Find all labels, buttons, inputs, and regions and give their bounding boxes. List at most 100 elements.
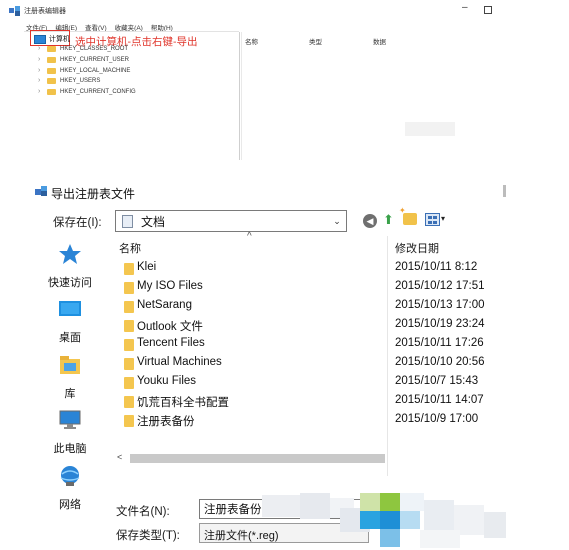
new-folder-button[interactable] bbox=[399, 206, 417, 225]
blur-tile bbox=[262, 495, 300, 517]
file-row[interactable]: 饥荒百科全书配置 2015/10/11 14:07 bbox=[115, 392, 505, 411]
file-row[interactable]: NetSarang 2015/10/13 17:00 bbox=[115, 297, 505, 316]
grid-icon bbox=[433, 216, 437, 219]
folder-icon bbox=[124, 415, 134, 427]
registry-app-icon bbox=[9, 6, 20, 16]
folder-icon bbox=[47, 45, 56, 52]
place-network[interactable]: 网络 bbox=[40, 465, 100, 512]
file-row[interactable]: Tencent Files 2015/10/11 17:26 bbox=[115, 335, 505, 354]
tree-item-label: 计算机 bbox=[49, 36, 70, 43]
blur-tile bbox=[380, 529, 400, 547]
file-row[interactable]: Klei 2015/10/11 8:12 bbox=[115, 259, 505, 278]
horizontal-scrollbar[interactable] bbox=[130, 454, 385, 463]
column-header-type[interactable]: 类型 bbox=[309, 36, 322, 46]
file-name: Tencent Files bbox=[137, 337, 205, 349]
save-in-dropdown[interactable]: 文档 ⌄ bbox=[115, 210, 347, 232]
place-quick-access[interactable]: 快速访问 bbox=[40, 243, 100, 290]
tree-item-hkey-current-config[interactable]: › HKEY_CURRENT_CONFIG bbox=[38, 87, 136, 96]
blur-tile bbox=[300, 493, 330, 519]
file-date: 2015/10/9 17:00 bbox=[395, 413, 479, 425]
tree-item-label: HKEY_CURRENT_USER bbox=[60, 56, 130, 63]
pane-splitter[interactable] bbox=[239, 32, 240, 160]
file-row[interactable]: 注册表备份 2015/10/9 17:00 bbox=[115, 411, 505, 430]
blur-tile bbox=[400, 493, 424, 511]
column-header-data[interactable]: 数据 bbox=[373, 36, 386, 46]
file-date: 2015/10/12 17:51 bbox=[395, 280, 485, 292]
file-row[interactable]: Youku Files 2015/10/7 15:43 bbox=[115, 373, 505, 392]
file-row[interactable]: My ISO Files 2015/10/12 17:51 bbox=[115, 278, 505, 297]
place-library[interactable]: 库 bbox=[40, 354, 100, 401]
blur-tile bbox=[420, 530, 460, 548]
column-header-name[interactable]: 名称 bbox=[119, 240, 141, 256]
tree-item-hkey-users[interactable]: › HKEY_USERS bbox=[38, 76, 100, 85]
place-this-pc[interactable]: 此电脑 bbox=[40, 409, 100, 456]
blurred-region bbox=[405, 122, 455, 136]
chevron-down-icon[interactable]: ⌄ bbox=[328, 216, 346, 227]
folder-icon bbox=[124, 358, 134, 370]
folder-icon bbox=[124, 320, 134, 332]
file-date: 2015/10/11 17:26 bbox=[395, 337, 484, 349]
computer-icon bbox=[59, 410, 81, 429]
tree-item-label: HKEY_USERS bbox=[60, 77, 101, 84]
chevron-right-icon[interactable]: › bbox=[38, 56, 43, 63]
tree-item-label: HKEY_CLASSES_ROOT bbox=[60, 45, 129, 52]
maximize-button[interactable] bbox=[484, 6, 492, 14]
chevron-right-icon[interactable]: › bbox=[38, 77, 43, 84]
column-header-modified[interactable]: 修改日期 bbox=[395, 240, 439, 256]
file-name: 注册表备份 bbox=[137, 416, 195, 428]
chevron-up-icon: ^ bbox=[247, 231, 252, 242]
blur-tile bbox=[484, 512, 506, 538]
tree-item-hkey-local-machine[interactable]: › HKEY_LOCAL_MACHINE bbox=[38, 66, 130, 75]
folder-icon bbox=[124, 339, 134, 351]
grid-icon bbox=[428, 221, 432, 224]
file-date: 2015/10/13 17:00 bbox=[395, 299, 485, 311]
document-icon bbox=[122, 214, 133, 228]
desktop-icon bbox=[59, 301, 81, 316]
scroll-left-button[interactable]: < bbox=[117, 452, 122, 462]
chevron-down-icon[interactable]: ▾ bbox=[441, 214, 445, 223]
filename-label: 文件名(N): bbox=[116, 506, 170, 518]
place-label: 快速访问 bbox=[48, 277, 92, 289]
file-date: 2015/10/7 15:43 bbox=[395, 375, 479, 387]
view-menu-button[interactable] bbox=[425, 213, 440, 226]
folder-icon bbox=[47, 67, 56, 74]
tree-item-hkey-classes-root[interactable]: › HKEY_CLASSES_ROOT bbox=[38, 44, 128, 53]
up-folder-button[interactable]: ⬆ bbox=[383, 212, 394, 228]
arrow-up-icon: ⬆ bbox=[383, 212, 394, 227]
save-in-value: 文档 bbox=[141, 214, 166, 229]
divider bbox=[241, 32, 242, 160]
file-date: 2015/10/10 20:56 bbox=[395, 356, 485, 368]
blur-tile bbox=[380, 511, 400, 529]
chevron-right-icon[interactable]: › bbox=[38, 67, 43, 74]
chevron-right-icon[interactable]: › bbox=[38, 88, 43, 95]
minimize-button[interactable]: – bbox=[462, 2, 468, 13]
folder-icon bbox=[124, 282, 134, 294]
folder-icon bbox=[124, 377, 134, 389]
file-name: 饥荒百科全书配置 bbox=[137, 397, 229, 409]
folder-icon bbox=[47, 56, 56, 63]
network-icon bbox=[60, 466, 80, 486]
tree-item-hkey-current-user[interactable]: › HKEY_CURRENT_USER bbox=[38, 55, 129, 64]
filetype-label: 保存类型(T): bbox=[116, 530, 180, 542]
blur-tile bbox=[360, 511, 380, 529]
tree-item-label: HKEY_LOCAL_MACHINE bbox=[60, 67, 131, 74]
file-date: 2015/10/19 23:24 bbox=[395, 318, 485, 330]
place-label: 网络 bbox=[59, 499, 81, 511]
back-button[interactable]: ◀ bbox=[363, 214, 377, 228]
file-name: Virtual Machines bbox=[137, 356, 222, 368]
dialog-title: 导出注册表文件 bbox=[51, 187, 136, 201]
file-name: Klei bbox=[137, 261, 157, 273]
column-header-name[interactable]: 名称 bbox=[245, 36, 258, 46]
file-name: Outlook 文件 bbox=[137, 321, 203, 333]
file-row[interactable]: Virtual Machines 2015/10/10 20:56 bbox=[115, 354, 505, 373]
blur-tile bbox=[424, 500, 454, 530]
folder-icon bbox=[47, 88, 56, 95]
registry-export-icon bbox=[35, 186, 47, 196]
registry-window-title: 注册表编辑器 bbox=[24, 8, 66, 15]
chevron-right-icon[interactable]: › bbox=[38, 45, 43, 52]
place-desktop[interactable]: 桌面 bbox=[40, 300, 100, 345]
arrow-left-icon: ◀ bbox=[366, 215, 374, 226]
place-label: 库 bbox=[64, 388, 76, 400]
file-row[interactable]: Outlook 文件 2015/10/19 23:24 bbox=[115, 316, 505, 335]
tree-item-label: HKEY_CURRENT_CONFIG bbox=[60, 88, 136, 95]
